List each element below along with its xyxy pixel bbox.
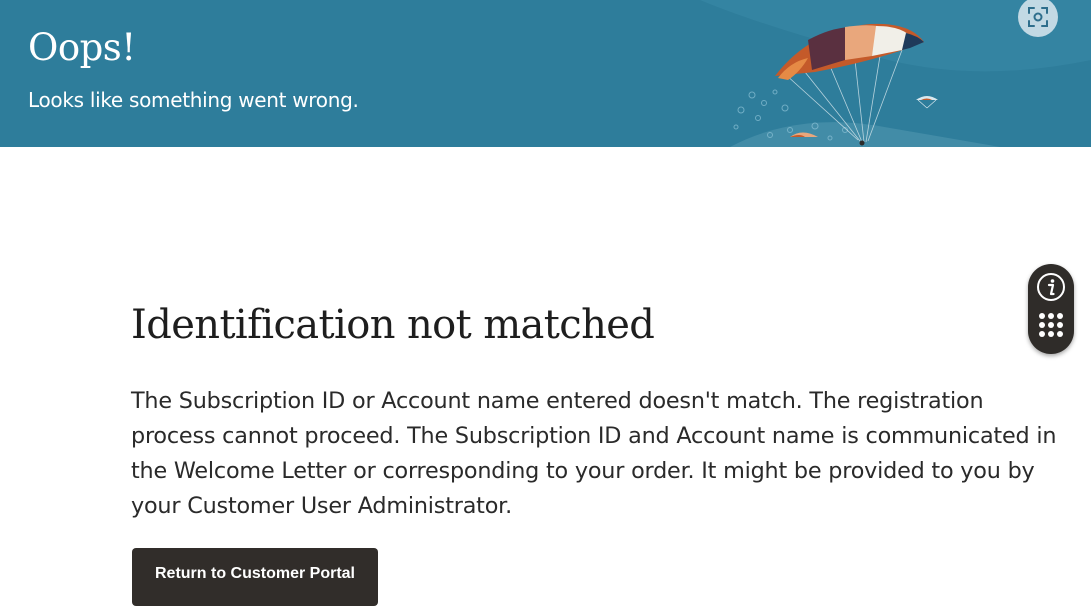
scan-focus-icon (1028, 7, 1048, 27)
side-widget (1028, 264, 1074, 354)
apps-grid-icon (1039, 313, 1063, 337)
info-button[interactable] (1028, 266, 1074, 308)
error-heading: Identification not matched (131, 302, 655, 348)
info-icon (1037, 273, 1065, 301)
banner-subtitle: Looks like something went wrong. (28, 88, 359, 112)
error-message: The Subscription ID or Account name ente… (131, 388, 1057, 519)
error-banner: Oops! Looks like something went wrong. (0, 0, 1091, 147)
banner-title: Oops! (28, 26, 136, 69)
return-to-portal-button[interactable]: Return to Customer Portal (132, 548, 378, 606)
apps-button[interactable] (1028, 304, 1074, 346)
